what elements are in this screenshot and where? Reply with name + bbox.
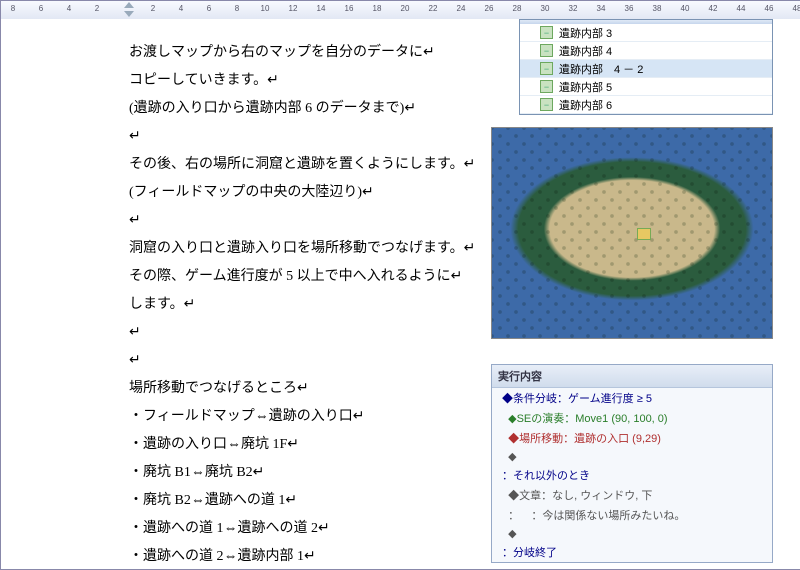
map-tree-item[interactable]: −遺跡内部 6	[520, 96, 772, 114]
event-line[interactable]: ： ：今は関係ない場所みたいね。	[492, 505, 772, 525]
para[interactable]: コピーしていきます。↵	[129, 67, 501, 95]
event-panel-title: 実行内容	[492, 365, 772, 388]
ruler-tick: 40	[679, 4, 691, 13]
event-contents-panel[interactable]: 実行内容 ◆条件分岐：ゲーム進行度 ≥ 5 ◆SEの演奏：Move1 (90, …	[491, 364, 773, 563]
para[interactable]: ・フィールドマップ⇔遺跡の入り口↵	[129, 403, 501, 431]
ruler-tick: 18	[371, 4, 383, 13]
indent-marker[interactable]	[124, 1, 133, 17]
ruler-tick: 14	[315, 4, 327, 13]
tree-collapse-icon[interactable]: −	[540, 26, 553, 39]
ruler-tick: 8	[231, 4, 243, 13]
event-line[interactable]: ：分岐終了	[492, 542, 772, 562]
para[interactable]: お渡しマップから右のマップを自分のデータに↵	[129, 39, 501, 67]
ruler-tick: 12	[287, 4, 299, 13]
para[interactable]: その際、ゲーム進行度が 5 以上で中へ入れるように↵	[129, 263, 501, 291]
document-body[interactable]: お渡しマップから右のマップを自分のデータに↵ コピーしていきます。↵ (遺跡の入…	[129, 39, 501, 569]
ruler-tick: 22	[427, 4, 439, 13]
tree-collapse-icon[interactable]: −	[540, 98, 553, 111]
map-tree-item[interactable]: −遺跡内部 4 － 2	[520, 60, 772, 78]
ruler-tick: 42	[707, 4, 719, 13]
ruler-tick: 32	[567, 4, 579, 13]
para[interactable]: (遺跡の入り口から遺跡内部 6 のデータまで)↵	[129, 95, 501, 123]
ruler-tick: 48	[791, 4, 800, 13]
para[interactable]: (フィールドマップの中央の大陸辺り)↵	[129, 179, 501, 207]
ruler-tick: 24	[455, 4, 467, 13]
ruler-tick: 34	[595, 4, 607, 13]
ruler-tick: 46	[763, 4, 775, 13]
map-tree-label: 遺跡内部 5	[559, 79, 612, 95]
event-line[interactable]: ◆場所移動：遺跡の入口 (9,29)	[492, 428, 772, 448]
para: ↵	[129, 319, 501, 347]
document-page: お渡しマップから右のマップを自分のデータに↵ コピーしていきます。↵ (遺跡の入…	[1, 19, 800, 569]
word-editor-window: 8642246810121416182022242628303234363840…	[0, 0, 800, 570]
para[interactable]: その後、右の場所に洞窟と遺跡を置くようにします。↵	[129, 151, 501, 179]
event-line[interactable]: ◆	[492, 525, 772, 542]
ruler-tick: 10	[259, 4, 271, 13]
ruler-tick: 6	[203, 4, 215, 13]
ruler-tick: 20	[399, 4, 411, 13]
event-line[interactable]: ◆文章：なし, ウィンドウ, 下	[492, 485, 772, 505]
ruler-tick: 4	[63, 4, 75, 13]
map-tree-label: 遺跡内部 4 － 2	[559, 61, 643, 77]
para[interactable]: ・廃坑 B1⇔廃坑 B2↵	[129, 459, 501, 487]
map-tree-item[interactable]: −遺跡内部 4	[520, 42, 772, 60]
map-tree-item[interactable]: −遺跡内部 5	[520, 78, 772, 96]
event-line[interactable]: ：それ以外のとき	[492, 465, 772, 485]
map-tree-label: 遺跡内部 6	[559, 97, 612, 113]
ruler-tick: 16	[343, 4, 355, 13]
ruler-tick: 28	[511, 4, 523, 13]
ruler-tick: 36	[623, 4, 635, 13]
tree-collapse-icon[interactable]: −	[540, 80, 553, 93]
para[interactable]: 洞窟の入り口と遺跡入り口を場所移動でつなげます。↵	[129, 235, 501, 263]
ruler-tick: 2	[147, 4, 159, 13]
para: ↵	[129, 123, 501, 151]
horizontal-ruler: 8642246810121416182022242628303234363840…	[1, 1, 800, 20]
tree-collapse-icon[interactable]: −	[540, 62, 553, 75]
map-tree-label: 遺跡内部 4	[559, 43, 612, 59]
event-line[interactable]: ◆	[492, 448, 772, 465]
ruler-tick: 6	[35, 4, 47, 13]
map-texture	[492, 128, 772, 338]
para[interactable]: します。↵	[129, 291, 501, 319]
event-line[interactable]: ◆条件分岐：ゲーム進行度 ≥ 5	[492, 388, 772, 408]
para[interactable]: ・遺跡への道 1⇔遺跡への道 2↵	[129, 515, 501, 543]
map-tree-panel[interactable]: −遺跡内部 3−遺跡内部 4−遺跡内部 4 － 2−遺跡内部 5−遺跡内部 6	[519, 19, 773, 115]
para[interactable]: ・廃坑 B2⇔遺跡への道 1↵	[129, 487, 501, 515]
para: ↵	[129, 347, 501, 375]
ruler-tick: 2	[91, 4, 103, 13]
tree-collapse-icon[interactable]: −	[540, 44, 553, 57]
ruler-tick: 4	[175, 4, 187, 13]
map-tree-item[interactable]: −遺跡内部 3	[520, 24, 772, 42]
para[interactable]: ・遺跡への道 2⇔遺跡内部 1↵	[129, 543, 501, 569]
ruler-tick: 44	[735, 4, 747, 13]
ruler-tick: 8	[7, 4, 19, 13]
map-marker-cave	[637, 228, 651, 240]
ruler-tick: 38	[651, 4, 663, 13]
para[interactable]: ・遺跡の入り口⇔廃坑 1F↵	[129, 431, 501, 459]
ruler-tick: 26	[483, 4, 495, 13]
map-tree-label: 遺跡内部 3	[559, 25, 612, 41]
para: ↵	[129, 207, 501, 235]
para[interactable]: 場所移動でつなげるところ↵	[129, 375, 501, 403]
event-line[interactable]: ◆SEの演奏：Move1 (90, 100, 0)	[492, 408, 772, 428]
field-map-preview	[491, 127, 773, 339]
ruler-tick: 30	[539, 4, 551, 13]
